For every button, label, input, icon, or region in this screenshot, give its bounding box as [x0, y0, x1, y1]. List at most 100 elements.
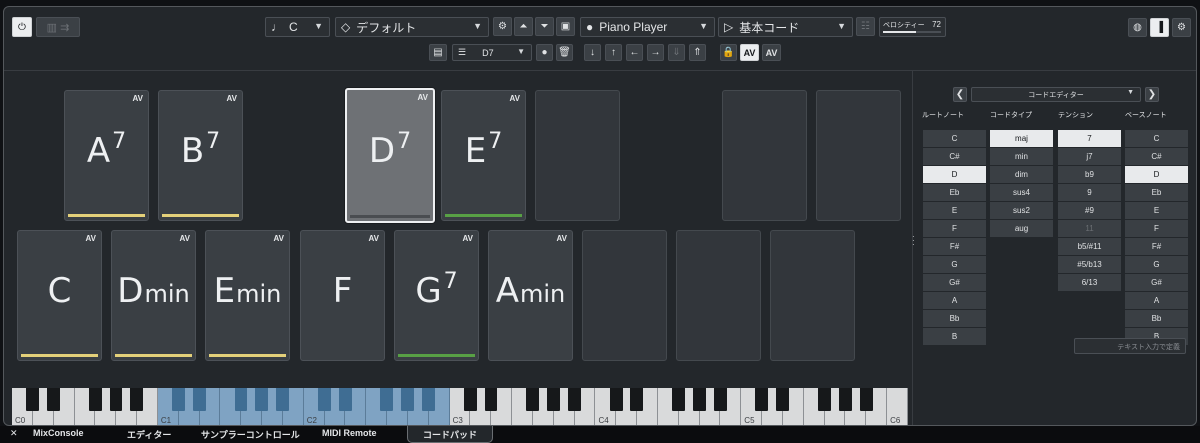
black-key[interactable] [401, 388, 415, 411]
chord-pad[interactable]: AV Dmin [111, 230, 196, 361]
midi-settings-button[interactable]: ▥ ⇉ [36, 17, 80, 37]
root-note-option[interactable]: Eb [923, 184, 986, 201]
black-key[interactable] [526, 388, 540, 411]
empty-chord-pad[interactable] [770, 230, 855, 361]
black-key[interactable] [567, 388, 581, 411]
mixer-settings-icon[interactable]: ☷ [856, 17, 875, 36]
power-button[interactable]: ⏻ [12, 17, 32, 37]
transpose-down-icon[interactable]: ⇓ [668, 44, 685, 61]
move-up-icon[interactable]: ↑ [605, 44, 622, 61]
tab-editor[interactable]: エディター [127, 428, 171, 441]
splitter-handle-icon[interactable]: · · · [912, 233, 915, 249]
black-key[interactable] [630, 388, 644, 411]
black-key[interactable] [484, 388, 498, 411]
tab-mixconsole[interactable]: MixConsole [33, 428, 84, 438]
key-dropdown[interactable]: ♩ C ▼ [265, 17, 330, 37]
editor-mode-dropdown[interactable]: コードエディター ▼ [971, 87, 1141, 102]
move-down-icon[interactable]: ↓ [584, 44, 601, 61]
chord-pad[interactable]: AV E 7 [441, 90, 526, 221]
black-key[interactable] [276, 388, 290, 411]
adaptive-voicing-button[interactable]: AV [740, 44, 759, 61]
transpose-up-icon[interactable]: ⇑ [689, 44, 706, 61]
next-chord-icon[interactable]: ❯ [1145, 87, 1159, 102]
tension-option[interactable]: b5/#11 [1058, 238, 1121, 255]
pad-view-icon[interactable]: ▤ [429, 44, 447, 61]
chord-pad[interactable]: AV F [300, 230, 385, 361]
black-key[interactable] [255, 388, 269, 411]
tension-option[interactable]: #9 [1058, 202, 1121, 219]
tension-option[interactable]: 6/13 [1058, 274, 1121, 291]
preset-down-icon[interactable]: ⏷ [535, 17, 554, 36]
black-key[interactable] [547, 388, 560, 411]
bass-note-option[interactable]: F# [1125, 238, 1188, 255]
tab-midi-remote[interactable]: MIDI Remote [322, 428, 377, 438]
text-input-field[interactable]: テキスト入力で定義 [1074, 338, 1186, 354]
black-key[interactable] [338, 388, 352, 411]
empty-chord-pad[interactable] [676, 230, 761, 361]
mode-dropdown[interactable]: ▷ 基本コード ▼ [718, 17, 853, 37]
black-key[interactable] [422, 388, 435, 411]
root-note-option[interactable]: B [923, 328, 986, 345]
tension-option[interactable]: j7 [1058, 148, 1121, 165]
lock-icon[interactable]: 🔒 [720, 44, 737, 61]
black-key[interactable] [463, 388, 477, 411]
preset-up-icon[interactable]: ⏶ [514, 17, 533, 36]
bass-note-option[interactable]: G [1125, 256, 1188, 273]
tab-sampler-control[interactable]: サンプラーコントロール [201, 428, 300, 441]
prev-chord-icon[interactable]: ❮ [953, 87, 967, 102]
bass-note-option[interactable]: A [1125, 292, 1188, 309]
tension-option[interactable]: #5/b13 [1058, 256, 1121, 273]
move-right-icon[interactable]: → [647, 44, 664, 61]
chord-type-option[interactable]: min [990, 148, 1053, 165]
black-key[interactable] [192, 388, 206, 411]
save-preset-icon[interactable]: ▣ [556, 17, 575, 36]
tension-option[interactable]: b9 [1058, 166, 1121, 183]
chord-select-dropdown[interactable]: ☰ D7 ▼ [452, 44, 532, 61]
bass-note-option[interactable]: D [1125, 166, 1188, 183]
headphones-icon[interactable]: ◍ [1128, 18, 1147, 37]
root-note-option[interactable]: G# [923, 274, 986, 291]
black-key[interactable] [713, 388, 727, 411]
settings-gear-icon[interactable]: ⚙ [493, 17, 512, 36]
bass-note-option[interactable]: F [1125, 220, 1188, 237]
black-key[interactable] [47, 388, 60, 411]
chord-type-option[interactable]: aug [990, 220, 1053, 237]
bass-note-option[interactable]: C [1125, 130, 1188, 147]
black-key[interactable] [234, 388, 248, 411]
chord-type-option[interactable]: maj [990, 130, 1053, 147]
tension-option[interactable]: 11 [1058, 220, 1121, 237]
black-key[interactable] [838, 388, 852, 411]
root-note-option[interactable]: Bb [923, 310, 986, 327]
move-left-icon[interactable]: ← [626, 44, 643, 61]
root-note-option[interactable]: F# [923, 238, 986, 255]
black-key[interactable] [755, 388, 769, 411]
chord-pad[interactable]: AV C [17, 230, 102, 361]
record-icon[interactable]: ● [536, 44, 553, 61]
root-note-option[interactable]: C# [923, 148, 986, 165]
chord-pad[interactable]: AV B 7 [158, 90, 243, 221]
black-key[interactable] [672, 388, 686, 411]
bass-note-option[interactable]: C# [1125, 148, 1188, 165]
black-key[interactable] [26, 388, 40, 411]
empty-chord-pad[interactable] [582, 230, 667, 361]
black-key[interactable] [380, 388, 394, 411]
settings-panel-icon[interactable]: ⚙ [1172, 18, 1191, 37]
piano-keyboard[interactable]: C0 C1 C2 C3 C4 C5 C6 [12, 388, 908, 425]
black-key[interactable] [109, 388, 123, 411]
chord-pad[interactable]: AV Emin [205, 230, 290, 361]
preset-dropdown[interactable]: ◇ デフォルト ▼ [335, 17, 489, 37]
tab-chord-pads[interactable]: コードパッド [407, 426, 494, 443]
panel-toggle-icon[interactable]: ▐ [1150, 18, 1169, 37]
black-key[interactable] [88, 388, 102, 411]
root-note-option[interactable]: D [923, 166, 986, 183]
root-note-option[interactable]: A [923, 292, 986, 309]
root-note-option[interactable]: G [923, 256, 986, 273]
chord-pad[interactable]: AV Amin [488, 230, 573, 361]
black-key[interactable] [692, 388, 706, 411]
chord-pad[interactable]: AV G 7 [394, 230, 479, 361]
tension-option[interactable]: 7 [1058, 130, 1121, 147]
chord-type-option[interactable]: dim [990, 166, 1053, 183]
black-key[interactable] [317, 388, 331, 411]
black-key[interactable] [859, 388, 873, 411]
empty-chord-pad[interactable] [722, 90, 807, 221]
